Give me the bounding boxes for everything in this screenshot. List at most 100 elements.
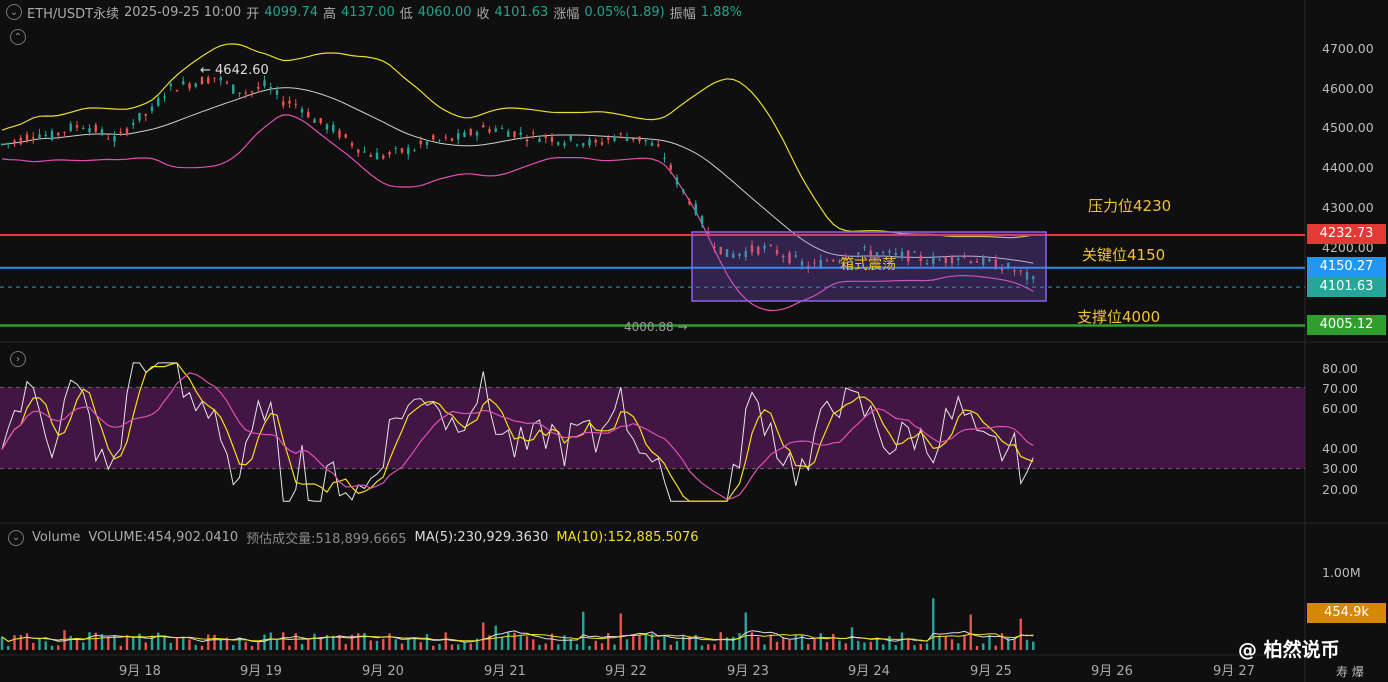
volume-bar [769,634,772,650]
volume-bar [307,638,310,650]
volume-bar [513,632,516,650]
date-label: 9月 24 [848,664,890,679]
volume-bar [250,645,254,650]
volume-bar [163,635,166,650]
candle-body [619,133,622,135]
volume-bar [982,643,985,650]
chart-root: ⌄ ETH/USDT永续 2025-09-25 10:00 开 4099.74 … [0,0,1388,682]
candle-body [100,129,104,134]
volume-bar [944,636,947,650]
volume-bar [569,639,572,650]
candle-body [38,134,41,138]
volume-bar [975,645,979,650]
open-value: 4099.74 [264,4,318,20]
candle-body [188,83,191,89]
resistance-price-tag: 4232.73 [1307,224,1386,244]
candle-body [507,131,510,137]
volume-bar [832,633,835,650]
volume-bar [313,633,316,650]
candle-body [313,119,316,123]
volume-bar [507,632,510,650]
volume-bar [332,635,335,650]
volume-bar [413,637,416,650]
candle-body [332,124,335,132]
volume-bar [744,612,747,650]
candle-body [244,92,247,94]
date-label: 9月 21 [484,664,526,679]
volume-bar [182,638,185,650]
price-axis-tick: 4500.00 [1322,120,1374,135]
candle-body [19,137,22,145]
candle-body [538,138,541,142]
volume-bar [438,643,441,650]
volume-bar [919,643,922,650]
high-value: 4137.00 [340,4,395,20]
volume-header: ⌄ Volume VOLUME:454,902.0410 预估成交量:518,8… [8,528,699,547]
collapse-icon[interactable]: ⌄ [6,4,22,20]
candle-body [132,122,135,125]
volume-bar [788,640,791,650]
watermark: @ 柏然说币 [1238,639,1340,661]
candle-body [419,140,422,145]
volume-bar [344,644,347,650]
volume-collapse-icon[interactable]: ⌄ [8,529,24,546]
candle-body [457,133,460,140]
rsi-axis-tick: 80.00 [1322,361,1358,376]
candle-body [163,96,166,98]
candle-body [182,81,185,85]
candle-body [413,150,416,152]
candle-body [150,106,154,112]
volume-bar [963,635,966,650]
volume-bar [813,637,816,650]
candle-body [94,124,97,132]
candle-body [625,137,629,141]
candle-body [519,132,522,136]
resistance-annotation: 压力位4230 [1088,197,1172,215]
date-label: 9月 26 [1091,664,1133,679]
volume-bar [50,645,54,650]
volume-bar [838,640,841,650]
volume-bar [44,641,47,650]
candle-body [288,100,291,104]
candle-body [88,127,91,133]
candle-body [569,135,572,141]
volume-bar [644,634,647,650]
volume-bar [144,642,147,650]
volume-bar [1025,639,1029,650]
volume-bar [457,644,460,650]
candle-body [657,144,660,147]
candle-body [663,157,666,159]
candle-body [294,103,297,105]
candle-body [700,216,704,224]
volume-bar [38,638,41,650]
volume-bar [719,632,722,650]
volume-bar [300,643,304,650]
candle-body [269,87,272,90]
candle-body [557,142,560,145]
candle-body [344,134,347,138]
volume-bar [850,627,854,650]
candle-body [369,154,372,157]
price-axis-tick: 4400.00 [1322,160,1374,175]
close-value: 4101.63 [494,4,549,20]
volume-bar [657,639,660,650]
date-label: 9月 25 [970,664,1012,679]
volume-bar [775,641,779,650]
volume-bar [363,632,366,650]
candle-body [13,140,16,143]
volume-bar [925,643,929,650]
candle-body [425,141,429,146]
amplitude-value: 1.88% [700,4,743,20]
rsi-toggle-icon[interactable]: › [10,351,26,367]
volume-bar [950,639,954,650]
candle-body [82,128,85,130]
volume-bar [450,644,454,650]
chart-canvas[interactable] [0,0,1388,682]
candle-body [107,138,110,140]
last-price-tag: 4101.63 [1307,277,1386,297]
volume-bar [675,641,679,650]
indicator-toggle-icon[interactable]: ⌃ [10,29,26,45]
volume-bar [638,635,641,650]
close-label: 收 [476,6,490,22]
volume-bar [525,636,529,650]
